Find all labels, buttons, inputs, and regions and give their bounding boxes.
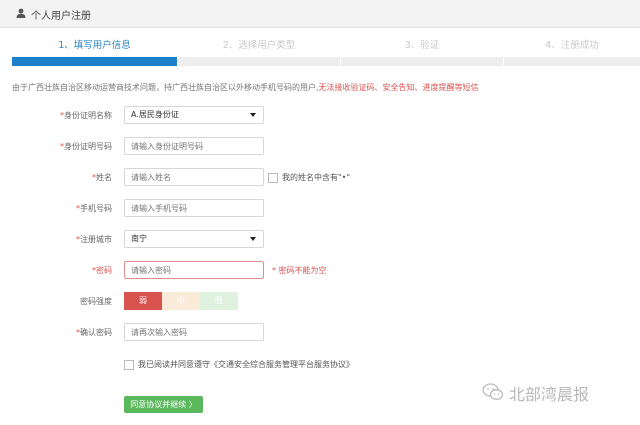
name-dot-checkbox[interactable] <box>268 173 278 183</box>
id-type-label: *身份证明名称 <box>60 111 112 120</box>
password-error: * 密码不能为空 <box>272 266 327 275</box>
wechat-icon <box>482 383 504 400</box>
row-id-type: *身份证明名称 A.居民身份证 <box>0 106 640 126</box>
name-input[interactable] <box>124 168 264 186</box>
sms-notice: 由于广西壮族自治区移动运营商技术问题，持广西壮族自治区以外移动手机号码的用户,无… <box>12 83 479 92</box>
caret-down-icon <box>250 113 256 117</box>
strength-medium: 中 <box>162 292 200 310</box>
step-fill-info: 1、填写用户信息 <box>12 38 177 66</box>
user-icon <box>16 8 26 18</box>
strength-label: 密码强度 <box>80 297 112 306</box>
agreement-checkbox[interactable] <box>124 360 134 370</box>
row-city: *注册城市 南宁 <box>0 230 640 250</box>
id-number-input[interactable] <box>124 137 264 155</box>
row-password-strength: 密码强度 弱 中 强 <box>0 292 640 312</box>
password-input[interactable] <box>124 261 264 279</box>
phone-label: *手机号码 <box>76 204 112 213</box>
id-type-select[interactable]: A.居民身份证 <box>124 106 264 124</box>
row-password: *密码 * 密码不能为空 <box>0 261 640 281</box>
name-label: *姓名 <box>92 173 112 182</box>
strength-weak: 弱 <box>124 292 162 310</box>
row-id-number: *身份证明号码 <box>0 137 640 157</box>
strength-strong: 强 <box>200 292 238 310</box>
step-success: 4、注册成功 <box>504 38 640 66</box>
name-dot-label: 我的姓名中含有"•" <box>282 173 351 182</box>
city-select[interactable]: 南宁 <box>124 230 264 248</box>
caret-down-icon <box>250 237 256 241</box>
city-label: *注册城市 <box>76 235 112 244</box>
agreement-text[interactable]: 我已阅读并同意遵守《交通安全综合服务管理平台服务协议》 <box>138 359 354 370</box>
id-number-label: *身份证明号码 <box>60 142 112 151</box>
page-title: 个人用户注册 <box>31 11 91 22</box>
page-header: 个人用户注册 <box>0 0 640 28</box>
progress-steps: 1、填写用户信息 2、选择用户类型 3、验证 4、注册成功 <box>0 38 640 66</box>
password-label: *密码 <box>92 266 112 275</box>
row-phone: *手机号码 <box>0 199 640 219</box>
confirm-label: *确认密码 <box>76 328 112 337</box>
step-verify: 3、验证 <box>341 38 503 66</box>
agree-continue-button[interactable]: 同意协议并继续 〉 <box>124 396 203 413</box>
phone-input[interactable] <box>124 199 264 217</box>
confirm-password-input[interactable] <box>124 323 264 341</box>
row-confirm-password: *确认密码 <box>0 323 640 343</box>
row-name: *姓名 我的姓名中含有"•" <box>0 168 640 188</box>
watermark-text: 北部湾晨报 <box>509 385 590 404</box>
step-select-type: 2、选择用户类型 <box>178 38 340 66</box>
